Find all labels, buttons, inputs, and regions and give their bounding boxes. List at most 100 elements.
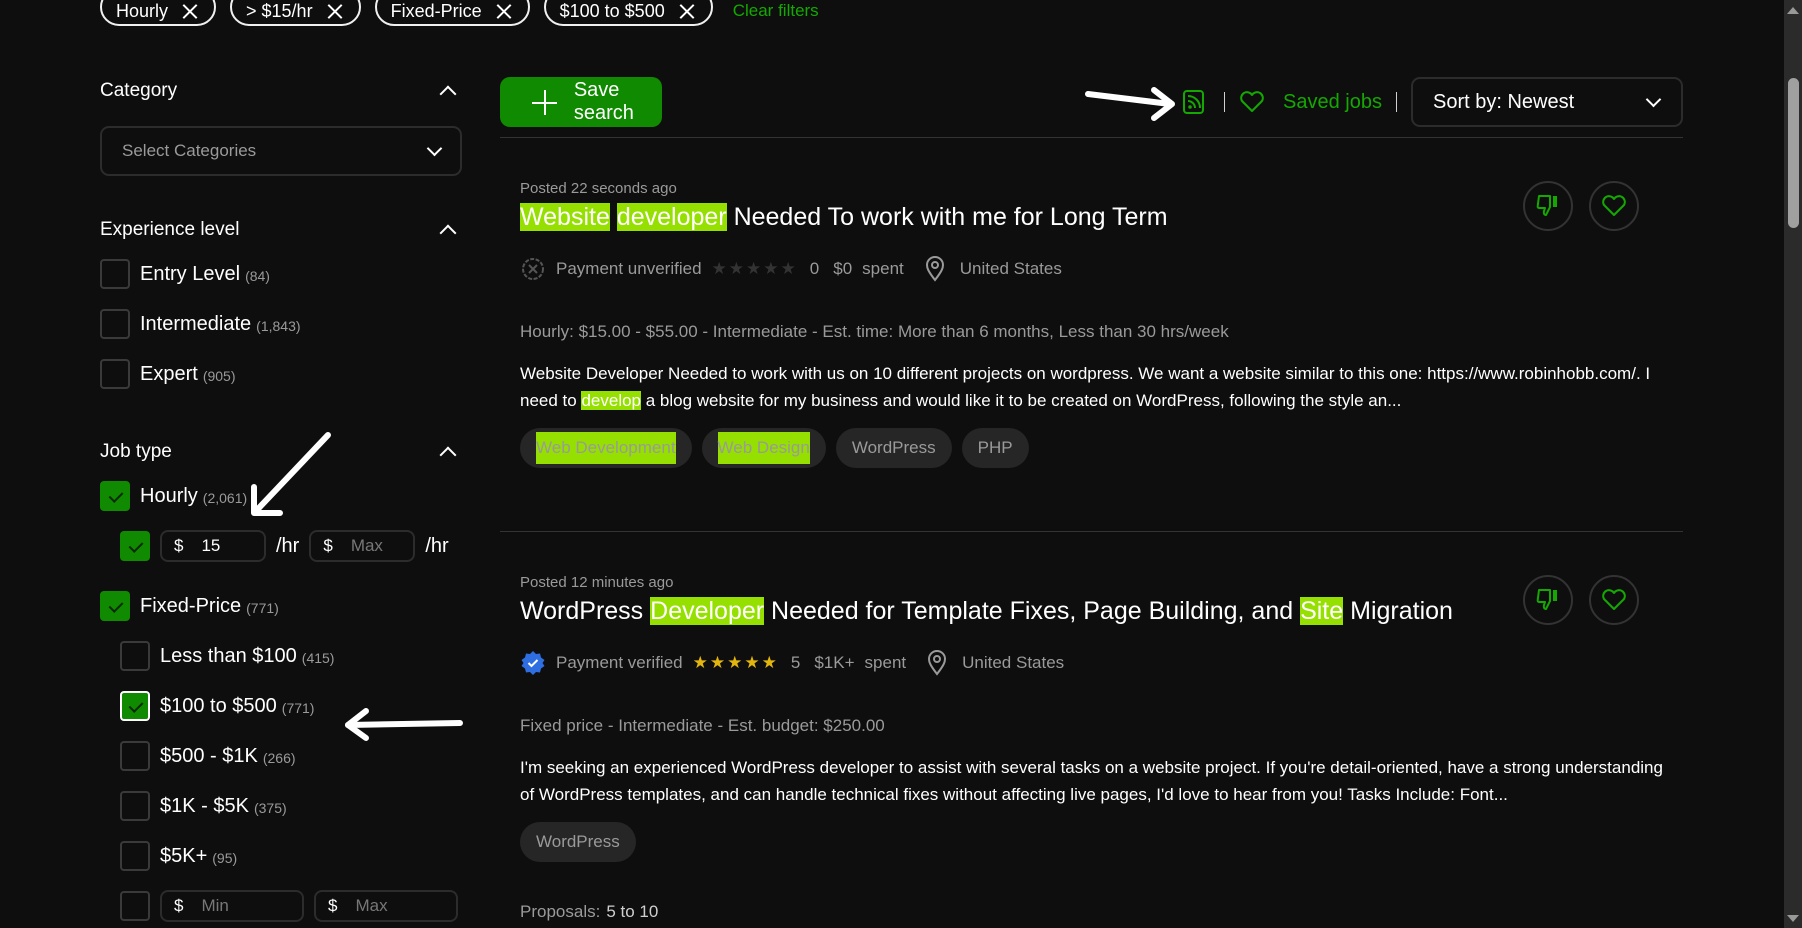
- close-icon[interactable]: [496, 3, 512, 19]
- tag-label: Web Development: [536, 432, 676, 464]
- input-placeholder: Max: [355, 896, 388, 915]
- hourly-max-input[interactable]: $ Max: [309, 530, 416, 562]
- job-type-fixed-price[interactable]: Fixed-Price (771): [100, 581, 462, 631]
- job-title[interactable]: Website developer Needed To work with me…: [520, 203, 1663, 232]
- star-icon: ★: [746, 259, 762, 278]
- hourly-min-input[interactable]: $ 15: [160, 530, 266, 562]
- not-interested-button[interactable]: [1523, 181, 1573, 231]
- checkbox[interactable]: [120, 741, 150, 771]
- checkbox[interactable]: [120, 641, 150, 671]
- filter-chip-budget[interactable]: $100 to $500: [543, 0, 713, 26]
- star-icon: ★: [744, 653, 760, 672]
- star-icon: ★: [728, 259, 745, 278]
- not-interested-button[interactable]: [1523, 575, 1573, 625]
- checkbox[interactable]: [100, 309, 130, 339]
- checkbox[interactable]: [120, 791, 150, 821]
- checkbox-checked[interactable]: [100, 481, 130, 511]
- scrollbar-thumb[interactable]: [1788, 78, 1799, 228]
- checkbox-checked[interactable]: [120, 691, 150, 721]
- fixed-option-1k-5k[interactable]: $1K - $5K (375): [100, 781, 462, 831]
- divider: [1224, 92, 1226, 112]
- checkbox-checked[interactable]: [100, 591, 130, 621]
- option-label: Fixed-Price: [140, 594, 242, 617]
- star-icon: ★: [727, 653, 743, 672]
- option-count: (2,061): [202, 489, 248, 506]
- fixed-max-input[interactable]: $ Max: [314, 890, 458, 922]
- rss-feed-icon[interactable]: [1182, 89, 1206, 115]
- clear-filters-link[interactable]: Clear filters: [733, 0, 819, 21]
- skill-tag[interactable]: Web Development: [520, 428, 692, 468]
- save-search-button[interactable]: Save search: [500, 77, 662, 127]
- rating-value: 5: [790, 653, 801, 672]
- option-count: (375): [253, 799, 287, 816]
- option-label: $500 - $1K: [160, 744, 258, 767]
- job-results: Save search Saved jobs Sort by: Newest P…: [500, 77, 1683, 928]
- section-title: Category: [100, 80, 178, 101]
- option-label: $100 to $500: [160, 694, 277, 717]
- title-highlight: Developer: [650, 597, 765, 625]
- job-details: Fixed price - Intermediate - Est. budget…: [520, 716, 885, 735]
- fixed-option-5k-plus[interactable]: $5K+ (95): [100, 831, 462, 881]
- option-count: (771): [281, 699, 315, 716]
- option-count: (771): [246, 599, 279, 616]
- title-highlight: Site: [1300, 597, 1344, 625]
- experience-header[interactable]: Experience level: [100, 219, 462, 242]
- experience-option-entry[interactable]: Entry Level (84): [100, 249, 462, 299]
- saved-jobs-link[interactable]: Saved jobs: [1239, 91, 1382, 114]
- thumbs-down-icon: [1536, 195, 1557, 216]
- experience-option-intermediate[interactable]: Intermediate (1,843): [100, 299, 462, 349]
- section-title: Experience level: [100, 219, 240, 240]
- filter-chip-min-rate[interactable]: > $15/hr: [230, 0, 361, 26]
- title-text: Migration: [1343, 597, 1453, 625]
- desc-highlight: develop: [581, 391, 642, 410]
- skill-tag[interactable]: WordPress: [835, 428, 952, 468]
- title-highlight: developer: [616, 203, 727, 231]
- input-value: 15: [201, 536, 221, 555]
- checkbox-checked[interactable]: [120, 531, 150, 561]
- experience-option-expert[interactable]: Expert (905): [100, 349, 462, 399]
- sort-dropdown[interactable]: Sort by: Newest: [1411, 77, 1683, 127]
- proposals-value: 5 to 10: [606, 902, 659, 921]
- star-icon: ★: [763, 259, 779, 278]
- save-job-button[interactable]: [1589, 181, 1639, 231]
- job-actions: [1523, 181, 1639, 231]
- thumbs-down-icon: [1536, 589, 1557, 610]
- currency-symbol: $: [174, 536, 184, 555]
- checkbox[interactable]: [120, 891, 150, 921]
- checkbox[interactable]: [100, 259, 130, 289]
- skill-tag[interactable]: Web Design: [701, 428, 826, 468]
- skill-tag[interactable]: WordPress: [520, 822, 636, 862]
- skill-tag[interactable]: PHP: [961, 428, 1029, 468]
- title-text: [610, 203, 617, 231]
- unit-label: /hr: [276, 534, 300, 557]
- save-job-button[interactable]: [1589, 575, 1639, 625]
- close-icon[interactable]: [182, 3, 198, 19]
- job-type-hourly[interactable]: Hourly (2,061): [100, 471, 462, 521]
- option-count: (415): [301, 649, 335, 666]
- tag-label: WordPress: [851, 438, 936, 457]
- checkbox[interactable]: [120, 841, 150, 871]
- job-card[interactable]: Posted 22 seconds ago Website developer …: [500, 138, 1683, 531]
- job-card[interactable]: Posted 12 minutes ago WordPress Develope…: [500, 531, 1683, 928]
- close-icon[interactable]: [679, 3, 695, 19]
- job-description: I'm seeking an experienced WordPress dev…: [520, 754, 1663, 808]
- filter-chip-fixed-price[interactable]: Fixed-Price: [374, 0, 530, 26]
- filter-chip-hourly[interactable]: Hourly: [100, 0, 217, 26]
- payment-status: Payment verified: [556, 653, 683, 672]
- scroll-up-arrow-icon[interactable]: [1787, 7, 1799, 14]
- checkbox[interactable]: [100, 359, 130, 389]
- fixed-option-less-100[interactable]: Less than $100 (415): [100, 631, 462, 681]
- fixed-option-100-500[interactable]: $100 to $500 (771): [100, 681, 462, 731]
- job-title[interactable]: WordPress Developer Needed for Template …: [520, 597, 1663, 626]
- scroll-down-arrow-icon[interactable]: [1787, 915, 1799, 922]
- close-icon[interactable]: [327, 3, 343, 19]
- star-icon: ★: [692, 653, 708, 672]
- job-type-header[interactable]: Job type: [100, 441, 462, 464]
- option-count: (95): [212, 849, 238, 866]
- fixed-min-input[interactable]: $ Min: [160, 890, 304, 922]
- category-select[interactable]: Select Categories: [100, 126, 462, 176]
- client-spent: $0: [833, 259, 853, 278]
- category-header[interactable]: Category: [100, 80, 462, 103]
- fixed-option-500-1k[interactable]: $500 - $1K (266): [100, 731, 462, 781]
- page-scrollbar[interactable]: [1784, 0, 1802, 928]
